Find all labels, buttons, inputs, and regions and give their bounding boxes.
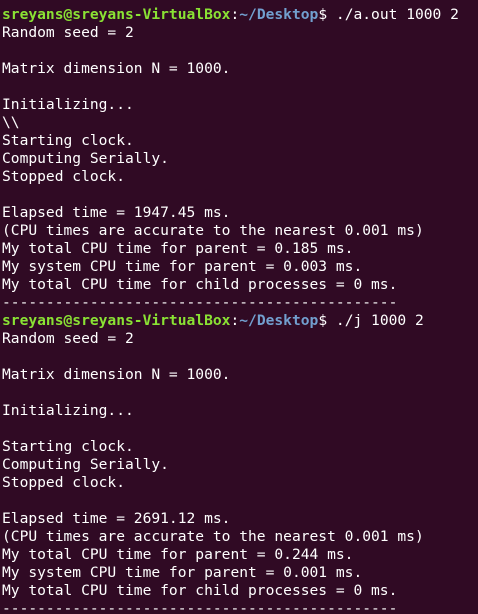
output-line: Random seed = 2 [2,330,134,347]
output-line: Matrix dimension N = 1000. [2,60,231,77]
output-line: My system CPU time for parent = 0.001 ms… [2,564,363,581]
command-text: ./a.out 1000 2 [327,6,459,23]
prompt-line: sreyans@sreyans-VirtualBox:~/Desktop$ ./… [2,312,424,330]
prompt-symbol: $ [318,312,328,329]
separator-line: ----------------------------------------… [2,294,398,311]
output-line: \\ [2,114,20,131]
output-line: Starting clock. [2,132,134,149]
output-line: My total CPU time for parent = 0.185 ms. [2,240,354,257]
output-line: Stopped clock. [2,168,126,185]
prompt-user-host: sreyans@sreyans-VirtualBox [2,312,231,329]
output-line: Elapsed time = 1947.45 ms. [2,204,231,221]
output-line: (CPU times are accurate to the nearest 0… [2,528,424,545]
output-line: My total CPU time for child processes = … [2,582,398,599]
output-line: Matrix dimension N = 1000. [2,366,231,383]
prompt-line: sreyans@sreyans-VirtualBox:~/Desktop$ ./… [2,6,459,24]
prompt-colon: : [230,6,240,23]
output-line: Computing Serially. [2,456,169,473]
output-line: Initializing... [2,96,134,113]
output-line: Initializing... [2,402,134,419]
output-line: (CPU times are accurate to the nearest 0… [2,222,424,239]
output-line: My total CPU time for child processes = … [2,276,398,293]
output-line: Random seed = 2 [2,24,134,41]
prompt-path: ~/Desktop [239,312,319,329]
output-line: My system CPU time for parent = 0.003 ms… [2,258,363,275]
output-line: Computing Serially. [2,150,169,167]
output-line: Elapsed time = 2691.12 ms. [2,510,231,527]
prompt-user-host: sreyans@sreyans-VirtualBox [2,6,231,23]
output-line: Stopped clock. [2,474,126,491]
output-line: My total CPU time for parent = 0.244 ms. [2,546,354,563]
terminal-window[interactable]: sreyans@sreyans-VirtualBox:~/Desktop$ ./… [0,0,478,614]
command-text: ./j 1000 2 [327,312,424,329]
output-line: Starting clock. [2,438,134,455]
prompt-colon: : [230,312,240,329]
prompt-symbol: $ [318,6,328,23]
prompt-path: ~/Desktop [239,6,319,23]
separator-line: ----------------------------------------… [2,600,398,614]
